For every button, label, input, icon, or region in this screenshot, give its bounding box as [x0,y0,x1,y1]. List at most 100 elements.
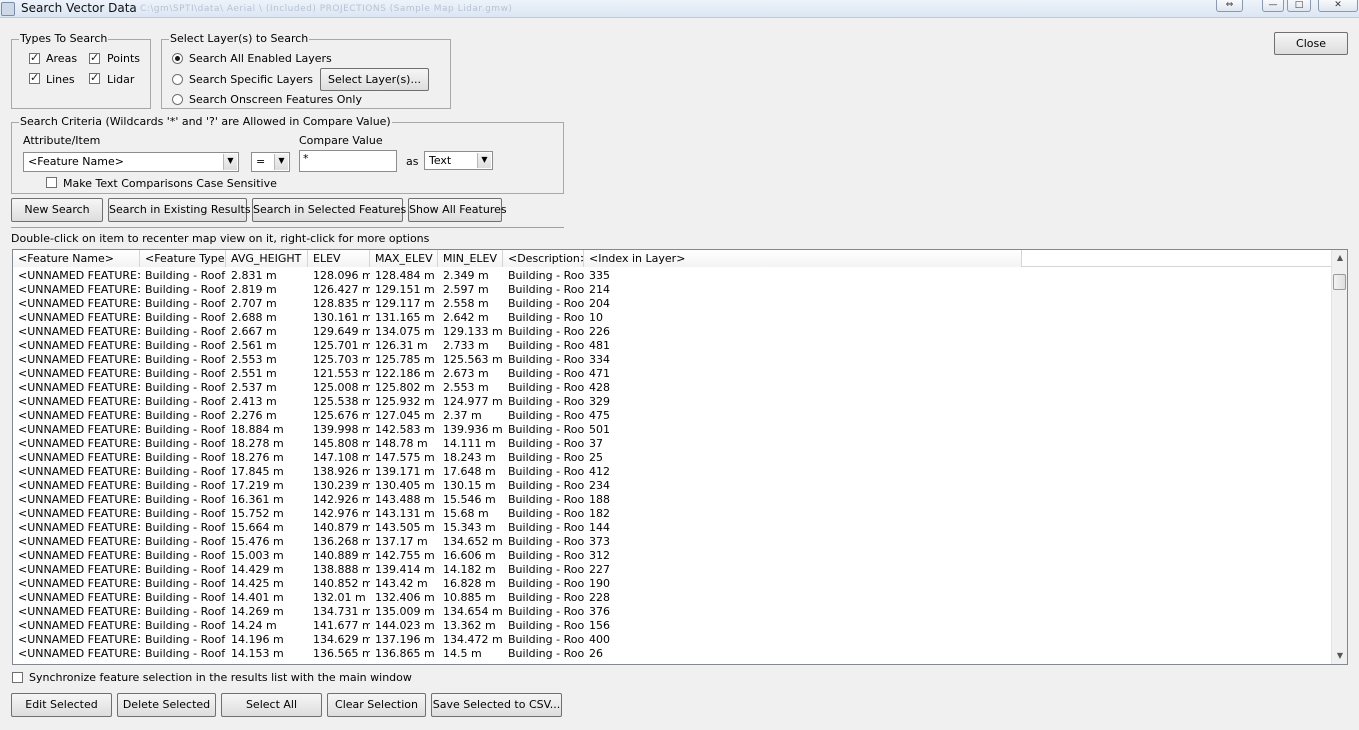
table-row[interactable]: <UNNAMED FEATURE> Building - Roof 17.219 m… [13,479,1333,493]
table-row[interactable]: <UNNAMED FEATURE> Building - Roof 14.425 m… [13,577,1333,591]
search-onscreen-radio[interactable] [172,94,183,105]
table-row[interactable]: <UNNAMED FEATURE> Building - Roof 2.819 m 1… [13,283,1333,297]
column-header-elev[interactable]: ELEV [308,250,370,267]
table-row[interactable]: <UNNAMED FEATURE> Building - Roof 14.401 m… [13,591,1333,605]
table-row[interactable]: <UNNAMED FEATURE> Building - Roof 18.278 m… [13,437,1333,451]
cell-description: Building - Roof [508,563,584,576]
table-row[interactable]: <UNNAMED FEATURE> Building - Roof 14.269 m… [13,605,1333,619]
table-row[interactable]: <UNNAMED FEATURE> Building - Roof 18.884 m… [13,423,1333,437]
cell-index-in-layer: 226 [589,325,610,338]
chevron-down-icon: ▼ [477,153,491,168]
table-row[interactable]: <UNNAMED FEATURE> Building - Roof 2.537 m 1… [13,381,1333,395]
areas-checkbox[interactable] [29,51,40,64]
cell-index-in-layer: 376 [589,605,610,618]
lidar-checkbox[interactable] [89,71,100,84]
table-row[interactable]: <UNNAMED FEATURE> Building - Roof 2.553 m 1… [13,353,1333,367]
sync-selection-checkbox[interactable] [12,672,23,683]
new-search-button[interactable]: New Search [11,198,103,222]
cell-avg-height: 2.707 m [231,297,277,310]
table-row[interactable]: <UNNAMED FEATURE> Building - Roof 2.551 m 1… [13,367,1333,381]
table-row[interactable]: <UNNAMED FEATURE> Building - Roof 15.752 m… [13,507,1333,521]
cell-max-elev: 126.31 m [375,339,428,352]
cell-elev: 140.879 m [313,521,370,534]
column-header-feature-name[interactable]: <Feature Name> [13,250,140,267]
table-row[interactable]: <UNNAMED FEATURE> Building - Roof 2.413 m 1… [13,395,1333,409]
cell-index-in-layer: 37 [589,437,603,450]
types-group-title: Types To Search [20,32,108,45]
search-specific-layers-radio[interactable] [172,74,183,85]
table-row[interactable]: <UNNAMED FEATURE> Building - Roof 2.561 m 1… [13,339,1333,353]
cell-feature-name: <UNNAMED FEATURE> [18,521,140,534]
select-all-button[interactable]: Select All [221,693,322,717]
minimize-icon[interactable]: — [1262,0,1284,12]
save-selected-csv-button[interactable]: Save Selected to CSV... [431,693,562,717]
criteria-group-title: Search Criteria (Wildcards '*' and '?' a… [20,115,391,128]
edit-selected-button[interactable]: Edit Selected [11,693,112,717]
search-selected-features-button[interactable]: Search in Selected Features [252,198,406,222]
attribute-combo[interactable]: <Feature Name> ▼ [23,152,239,172]
select-layers-button[interactable]: Select Layer(s)... [320,68,429,91]
maximize-icon[interactable]: □ [1287,0,1311,12]
table-row[interactable]: <UNNAMED FEATURE> Building - Roof 2.707 m 1… [13,297,1333,311]
search-existing-results-button[interactable]: Search in Existing Results [108,198,251,222]
cell-max-elev: 136.865 m [375,647,435,660]
scroll-down-icon[interactable]: ▼ [1332,648,1347,664]
table-row[interactable]: <UNNAMED FEATURE> Building - Roof 15.476 m… [13,535,1333,549]
cell-feature-type: Building - Roof [145,465,226,478]
cell-description: Building - Roof [508,437,584,450]
close-button[interactable]: Close [1274,32,1348,55]
cell-min-elev: 13.362 m [443,619,496,632]
results-list[interactable]: <Feature Name> <Feature Type> AVG_HEIGHT… [12,249,1348,665]
search-all-layers-radio[interactable] [172,53,183,64]
points-checkbox[interactable] [89,51,100,64]
table-row[interactable]: <UNNAMED FEATURE> Building - Roof 2.688 m 1… [13,311,1333,325]
lidar-label: Lidar [107,73,135,86]
scroll-up-icon[interactable]: ▲ [1332,250,1347,266]
cell-feature-name: <UNNAMED FEATURE> [18,577,140,590]
table-row[interactable]: <UNNAMED FEATURE> Building - Roof 18.276 m… [13,451,1333,465]
table-row[interactable]: <UNNAMED FEATURE> Building - Roof 14.196 m… [13,633,1333,647]
column-header-min-elev[interactable]: MIN_ELEV [438,250,503,267]
cell-min-elev: 134.652 m [443,535,503,548]
window-close-icon[interactable]: ✕ [1318,0,1358,12]
case-sensitive-checkbox[interactable] [46,177,57,188]
help-icon[interactable]: ⇔ [1216,0,1243,12]
table-row[interactable]: <UNNAMED FEATURE> Building - Roof 15.664 m… [13,521,1333,535]
table-row[interactable]: <UNNAMED FEATURE> Building - Roof 14.153 m… [13,647,1333,661]
cell-avg-height: 2.413 m [231,395,277,408]
layers-group-title: Select Layer(s) to Search [170,32,309,45]
title-bar: Search Vector Data C:\gm\SPTI\data\ Aeri… [0,0,1359,18]
scroll-thumb[interactable] [1333,274,1346,290]
column-header-feature-type[interactable]: <Feature Type> [140,250,226,267]
attribute-combo-value: <Feature Name> [28,155,124,168]
clear-selection-button[interactable]: Clear Selection [327,693,426,717]
table-row[interactable]: <UNNAMED FEATURE> Building - Roof 16.361 m… [13,493,1333,507]
table-row[interactable]: <UNNAMED FEATURE> Building - Roof 2.276 m 1… [13,409,1333,423]
table-row[interactable]: <UNNAMED FEATURE> Building - Roof 2.831 m 1… [13,269,1333,283]
window-title: Search Vector Data [21,1,137,15]
as-type-combo[interactable]: Text ▼ [424,151,493,170]
delete-selected-button[interactable]: Delete Selected [117,693,216,717]
table-row[interactable]: <UNNAMED FEATURE> Building - Roof 14.24 m 1… [13,619,1333,633]
show-all-features-button[interactable]: Show All Features [408,198,507,222]
cell-feature-type: Building - Roof [145,549,226,562]
compare-value-input[interactable]: * [299,150,397,172]
operator-combo[interactable]: = ▼ [251,152,290,172]
table-row[interactable]: <UNNAMED FEATURE> Building - Roof 17.845 m… [13,465,1333,479]
cell-elev: 145.808 m [313,437,370,450]
column-header-description[interactable]: <Description> [503,250,584,267]
vertical-scrollbar[interactable]: ▲ ▼ [1331,250,1347,664]
table-row[interactable]: <UNNAMED FEATURE> Building - Roof 2.667 m 1… [13,325,1333,339]
table-row[interactable]: <UNNAMED FEATURE> Building - Roof 14.429 m… [13,563,1333,577]
search-all-layers-label: Search All Enabled Layers [189,52,332,65]
column-header-index-in-layer[interactable]: <Index in Layer> [584,250,1022,267]
cell-feature-type: Building - Roof [145,381,226,394]
column-header-avg-height[interactable]: AVG_HEIGHT [226,250,308,267]
table-row[interactable]: <UNNAMED FEATURE> Building - Roof 15.003 m… [13,549,1333,563]
lines-checkbox[interactable] [29,71,40,84]
cell-max-elev: 143.131 m [375,507,435,520]
cell-index-in-layer: 182 [589,507,610,520]
column-header-max-elev[interactable]: MAX_ELEV [370,250,438,267]
cell-max-elev: 130.405 m [375,479,435,492]
cell-elev: 134.629 m [313,633,370,646]
